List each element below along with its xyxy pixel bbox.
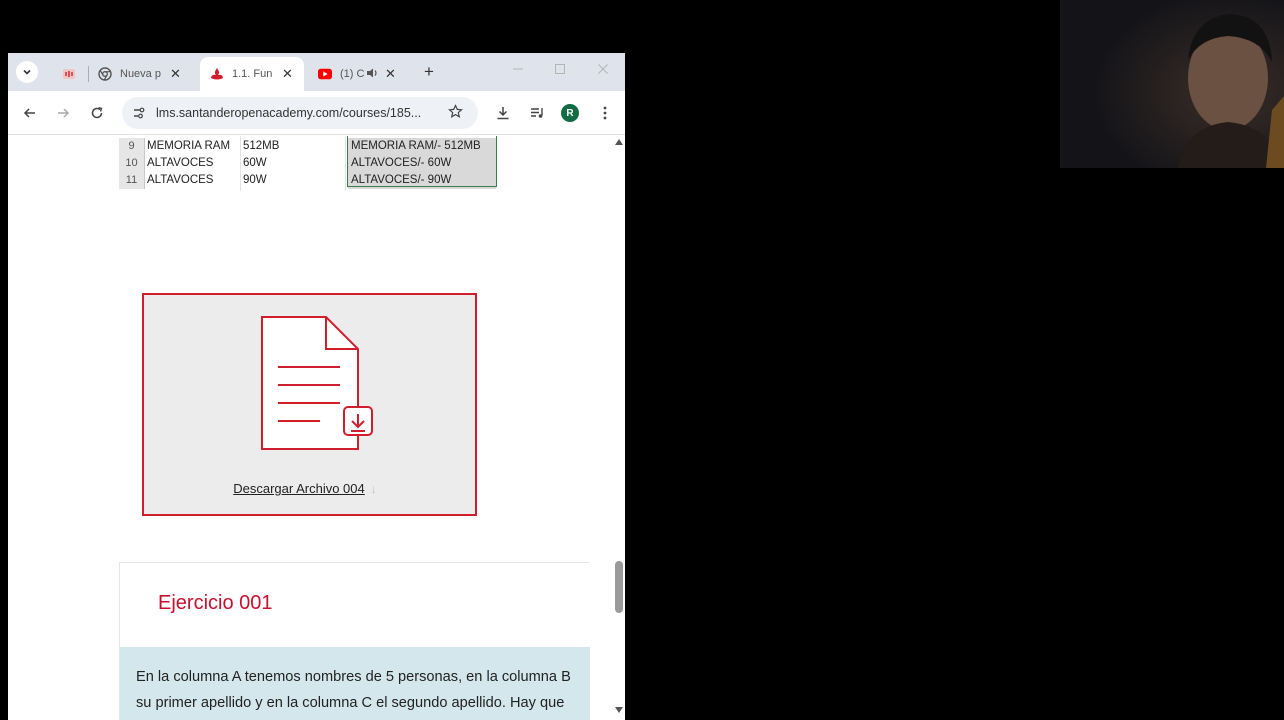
exercise-card: Ejercicio 001 En la columna A tenemos no… [119, 562, 590, 720]
exercise-header: Ejercicio 001 [120, 563, 590, 647]
webcam-overlay [1060, 0, 1284, 168]
tab-nueva-pestana[interactable]: Nueva p ✕ [88, 57, 196, 91]
santander-icon [210, 67, 224, 81]
close-icon[interactable]: ✕ [170, 66, 181, 82]
exercise-body: En la columna A tenemos nombres de 5 per… [120, 647, 590, 720]
browser-window: Nueva p ✕ 1.1. Fun ✕ (1) C ✕ + lms.santa… [8, 53, 625, 720]
tab-title: (1) C [340, 68, 364, 80]
presenter-video [1060, 0, 1284, 168]
cell-a: MEMORIA RAM [147, 140, 231, 152]
document-download-icon [261, 316, 373, 450]
chevron-down-icon [23, 69, 31, 75]
bookmark-star-icon[interactable] [448, 103, 463, 123]
cell-selection [347, 136, 497, 187]
row-number: 10 [119, 155, 145, 172]
tab-search-button[interactable] [16, 61, 38, 83]
cell-b: 60W [243, 157, 267, 169]
exercise-title: Ejercicio 001 [158, 592, 273, 614]
youtube-icon [318, 67, 332, 81]
profile-avatar[interactable]: R [561, 104, 579, 122]
download-link[interactable]: Descargar Archivo 004 ↓ [144, 481, 466, 496]
reload-icon[interactable] [87, 103, 107, 123]
maximize-icon[interactable] [554, 63, 566, 78]
tab-youtube[interactable]: (1) C ✕ [308, 57, 414, 91]
new-tab-button[interactable]: + [424, 62, 434, 82]
window-close-icon[interactable] [597, 63, 609, 78]
media-controls-icon[interactable] [527, 103, 547, 123]
tab-strip: Nueva p ✕ 1.1. Fun ✕ (1) C ✕ + [8, 53, 625, 91]
scrollbar[interactable] [613, 136, 625, 720]
tab-active-course[interactable]: 1.1. Fun ✕ [200, 57, 304, 91]
row-number: 11 [119, 172, 145, 189]
close-icon[interactable]: ✕ [385, 66, 396, 82]
chrome-icon [98, 67, 112, 81]
media-icon [62, 67, 76, 81]
row-number: 9 [119, 138, 145, 155]
scroll-thumb[interactable] [615, 561, 623, 613]
minimize-icon[interactable] [512, 63, 524, 78]
tab-pinned[interactable] [52, 57, 82, 91]
more-menu-icon[interactable] [595, 103, 615, 123]
tab-title: Nueva p [120, 68, 161, 80]
download-label[interactable]: Descargar Archivo 004 [233, 481, 365, 496]
scroll-down-icon[interactable] [615, 706, 623, 715]
close-icon[interactable]: ✕ [282, 66, 293, 82]
download-card[interactable]: Descargar Archivo 004 ↓ [142, 293, 477, 516]
browser-toolbar: lms.santanderopenacademy.com/courses/185… [8, 91, 625, 135]
download-arrow-icon: ↓ [370, 482, 377, 496]
site-settings-icon[interactable] [132, 106, 146, 120]
tab-title: 1.1. Fun [232, 68, 273, 80]
cell-b: 90W [243, 174, 267, 186]
scroll-up-icon[interactable] [615, 138, 623, 147]
spreadsheet-image: 9 MEMORIA RAM 512MB MEMORIA RAM/- 512MB … [119, 136, 509, 196]
cell-a: ALTAVOCES [147, 157, 214, 169]
screen: Nueva p ✕ 1.1. Fun ✕ (1) C ✕ + lms.santa… [0, 0, 1284, 720]
page-content: 9 MEMORIA RAM 512MB MEMORIA RAM/- 512MB … [8, 136, 625, 720]
cell-a: ALTAVOCES [147, 174, 214, 186]
address-bar[interactable]: lms.santanderopenacademy.com/courses/185… [122, 97, 478, 129]
url-text[interactable]: lms.santanderopenacademy.com/courses/185… [156, 106, 438, 120]
cell-b: 512MB [243, 140, 280, 152]
back-arrow-icon[interactable] [20, 103, 40, 123]
download-icon[interactable] [493, 103, 513, 123]
speaker-icon[interactable] [366, 67, 379, 82]
forward-arrow-icon[interactable] [53, 103, 73, 123]
